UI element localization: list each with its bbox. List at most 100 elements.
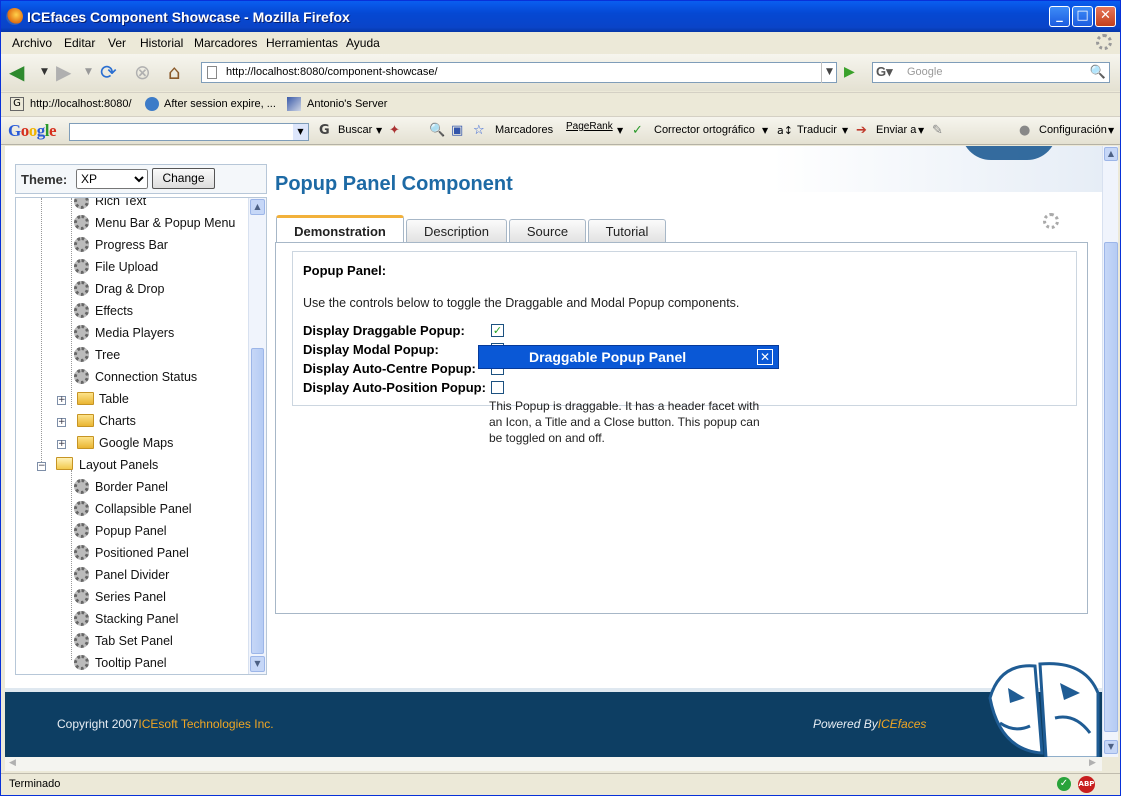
tree-item-media-players[interactable]: Media Players [95, 326, 174, 346]
menu-marcadores[interactable]: Marcadores [194, 36, 257, 50]
pagerank-dropdown-icon[interactable]: ▼ [617, 123, 623, 139]
buscar-button[interactable]: Buscar [338, 124, 372, 136]
autoposition-checkbox[interactable] [491, 381, 504, 394]
tree-scrollbar[interactable]: ▲ ▼ [248, 198, 266, 674]
translate-dropdown-icon[interactable]: ▼ [842, 123, 848, 139]
change-theme-button[interactable]: Change [152, 168, 215, 189]
home-icon[interactable]: ⌂ [168, 60, 181, 84]
tree-item-collapsible-panel[interactable]: Collapsible Panel [95, 502, 192, 522]
tree-item-popup-panel[interactable]: Popup Panel [95, 524, 167, 544]
draggable-checkbox[interactable]: ✓ [491, 324, 504, 337]
tree-item-series-panel[interactable]: Series Panel [95, 590, 166, 610]
expand-icon[interactable]: + [57, 440, 66, 449]
search-input[interactable]: G▾ Google 🔍 [872, 62, 1110, 83]
magnifier-icon[interactable]: 🔍 [429, 123, 445, 139]
forward-dropdown-icon[interactable]: ▼ [85, 60, 92, 84]
marcadores-button[interactable]: Marcadores [495, 124, 553, 136]
send-dropdown-icon[interactable]: ▼ [918, 123, 924, 139]
popup-close-icon[interactable]: ✕ [757, 349, 773, 365]
tab-description[interactable]: Description [406, 219, 507, 242]
menu-historial[interactable]: Historial [140, 36, 183, 50]
scroll-up-icon[interactable]: ▲ [1104, 147, 1118, 161]
highlighter-icon[interactable]: ✎ [932, 123, 943, 139]
tree-folder-layout-panels[interactable]: Layout Panels [79, 458, 158, 478]
tree-item-file-upload[interactable]: File Upload [95, 260, 158, 280]
tree-item-tooltip-panel[interactable]: Tooltip Panel [95, 656, 167, 674]
go-icon[interactable]: ▶ [844, 64, 855, 80]
forward-icon[interactable]: ▶ [56, 60, 71, 84]
spellcheck-button[interactable]: Corrector ortográfico [654, 124, 755, 136]
popup-block-icon[interactable]: ▣ [451, 123, 463, 139]
google-search-input[interactable]: ▼ [69, 123, 309, 141]
send-icon[interactable]: ➔ [856, 123, 867, 139]
send-button[interactable]: Enviar a [876, 124, 916, 136]
icefaces-link[interactable]: ICEfaces [878, 717, 927, 731]
tree-item-stacking-panel[interactable]: Stacking Panel [95, 612, 178, 632]
menu-ver[interactable]: Ver [108, 36, 126, 50]
scroll-down-icon[interactable]: ▼ [1104, 740, 1118, 754]
reload-icon[interactable]: ⟳ [100, 60, 117, 84]
settings-icon[interactable]: ● [1019, 123, 1030, 139]
expand-icon[interactable]: + [57, 396, 66, 405]
url-dropdown-icon[interactable]: ▼ [821, 62, 837, 83]
collapse-icon[interactable]: − [37, 462, 46, 471]
gear-icon [74, 259, 89, 274]
check-icon[interactable]: ✓ [1057, 777, 1071, 791]
expand-icon[interactable]: + [57, 418, 66, 427]
page-horizontal-scrollbar[interactable]: ◀ ▶ [5, 757, 1102, 771]
settings-dropdown-icon[interactable]: ▼ [1108, 123, 1114, 139]
scroll-down-icon[interactable]: ▼ [250, 656, 265, 672]
tree-folder-google-maps[interactable]: Google Maps [99, 436, 173, 456]
minimize-button[interactable]: _ [1049, 6, 1070, 27]
tree-item-effects[interactable]: Effects [95, 304, 133, 324]
bookmark-session[interactable]: After session expire, ... [164, 98, 276, 110]
tab-demonstration[interactable]: Demonstration [276, 215, 404, 243]
spellcheck-dropdown-icon[interactable]: ▼ [762, 123, 768, 139]
tree-item-progress-bar[interactable]: Progress Bar [95, 238, 168, 258]
settings-button[interactable]: Configuración [1039, 124, 1107, 136]
maximize-button[interactable]: □ [1072, 6, 1093, 27]
menu-herramientas[interactable]: Herramientas [266, 36, 338, 50]
bookmark-localhost[interactable]: http://localhost:8080/ [30, 98, 132, 110]
page-scroll-thumb[interactable] [1104, 242, 1118, 732]
tree-item-positioned-panel[interactable]: Positioned Panel [95, 546, 189, 566]
menu-ayuda[interactable]: Ayuda [346, 36, 380, 50]
draggable-popup-header[interactable]: Draggable Popup Panel ✕ [478, 345, 779, 369]
company-link[interactable]: ICEsoft Technologies Inc. [138, 717, 273, 731]
stop-icon[interactable]: ⊗ [134, 60, 151, 84]
adblock-icon[interactable]: ABP [1078, 776, 1095, 793]
theme-select[interactable]: XP [76, 169, 148, 189]
tree-folder-table[interactable]: Table [99, 392, 129, 412]
tree-item-menu-bar[interactable]: Menu Bar & Popup Menu [95, 216, 235, 236]
tree-item-tab-set-panel[interactable]: Tab Set Panel [95, 634, 173, 654]
tab-source[interactable]: Source [509, 219, 586, 242]
tree-scroll-thumb[interactable] [251, 348, 264, 654]
tree-item-panel-divider[interactable]: Panel Divider [95, 568, 169, 588]
tab-tutorial[interactable]: Tutorial [588, 219, 666, 242]
tree-item-connection-status[interactable]: Connection Status [95, 370, 197, 390]
close-window-button[interactable]: ✕ [1095, 6, 1116, 27]
scroll-right-icon[interactable]: ▶ [1089, 758, 1096, 768]
chevron-down-icon[interactable]: ▼ [293, 124, 308, 140]
tree-folder-charts[interactable]: Charts [99, 414, 136, 434]
news-icon[interactable]: ✦ [389, 123, 400, 139]
page-vertical-scrollbar[interactable]: ▲ ▼ [1102, 146, 1118, 757]
tree-item-border-panel[interactable]: Border Panel [95, 480, 168, 500]
address-bar[interactable]: http://localhost:8080/component-showcase… [201, 62, 837, 83]
translate-icon[interactable]: a↕ [777, 123, 793, 139]
search-icon[interactable]: 🔍 [1090, 64, 1106, 80]
translate-button[interactable]: Traducir [797, 124, 837, 136]
menu-archivo[interactable]: Archivo [12, 36, 52, 50]
star-icon[interactable]: ☆ [473, 123, 485, 139]
buscar-dropdown-icon[interactable]: ▼ [376, 123, 382, 139]
tree-item-drag-drop[interactable]: Drag & Drop [95, 282, 164, 302]
spellcheck-icon[interactable]: ✓ [632, 123, 643, 139]
bookmark-server[interactable]: Antonio's Server [307, 98, 387, 110]
tree-item-tree[interactable]: Tree [95, 348, 120, 368]
scroll-up-icon[interactable]: ▲ [250, 199, 265, 215]
tree-item-rich-text[interactable]: Rich Text [95, 198, 146, 214]
back-dropdown-icon[interactable]: ▼ [41, 60, 48, 84]
back-icon[interactable]: ◀ [9, 60, 24, 84]
scroll-left-icon[interactable]: ◀ [9, 758, 16, 768]
menu-editar[interactable]: Editar [64, 36, 95, 50]
